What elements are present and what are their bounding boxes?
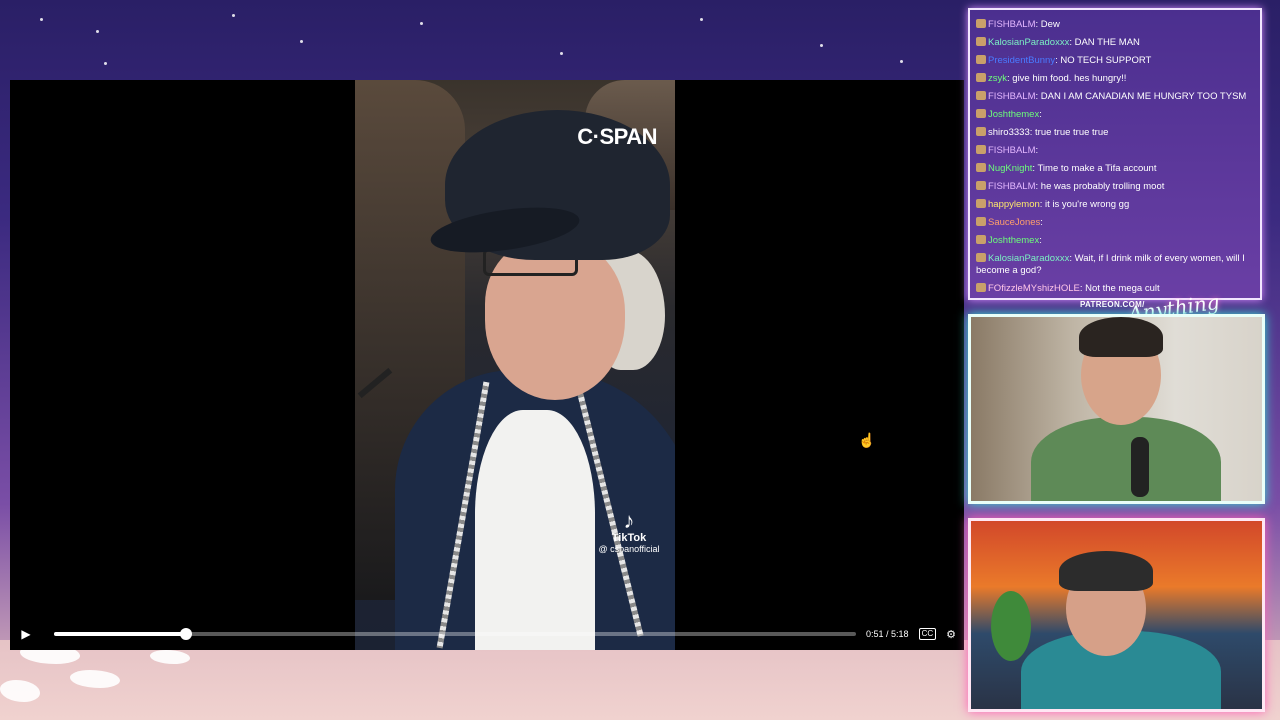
user-badge-icon	[976, 253, 986, 262]
chat-username[interactable]: shiro3333	[988, 127, 1030, 138]
chat-text: Time to make a Tifa account	[1037, 163, 1157, 174]
chat-username[interactable]: NugKnight	[988, 163, 1032, 174]
chat-message: FISHBALM:	[976, 142, 1254, 160]
user-badge-icon	[976, 283, 986, 292]
chat-message: happylemon: it is you're wrong gg	[976, 196, 1254, 214]
chat-text: DAN I AM CANADIAN ME HUNGRY TOO TYSM	[1040, 91, 1247, 102]
chat-message: KalosianParadoxxx: DAN THE MAN	[976, 34, 1254, 52]
chat-username[interactable]: KalosianParadoxxx	[988, 253, 1069, 264]
user-badge-icon	[976, 55, 986, 64]
chat-message: NugKnight: Time to make a Tifa account	[976, 160, 1254, 178]
video-player[interactable]: C·SPAN ♪ TikTok @ cspanofficial ☝ ▶ 0:51…	[10, 80, 964, 650]
chat-text: he was probably trolling moot	[1040, 181, 1165, 192]
chat-username[interactable]: FISHBALM	[988, 19, 1036, 30]
seek-bar[interactable]	[54, 628, 857, 640]
tiktok-watermark: ♪ TikTok @ cspanofficial	[589, 508, 669, 555]
settings-gear-icon[interactable]: ⚙	[946, 628, 956, 641]
chat-message: Joshthemex:	[976, 232, 1254, 250]
plant	[991, 591, 1031, 661]
cspan-logo: C·SPAN	[577, 124, 657, 149]
chat-message: zsyk: give him food. hes hungry!!	[976, 70, 1254, 88]
chat-text: Not the mega cult	[1085, 283, 1160, 294]
chat-message: SauceJones:	[976, 214, 1254, 232]
chat-text: DAN THE MAN	[1074, 37, 1140, 48]
user-badge-icon	[976, 217, 986, 226]
user-badge-icon	[976, 235, 986, 244]
user-badge-icon	[976, 181, 986, 190]
chat-username[interactable]: KalosianParadoxxx	[988, 37, 1069, 48]
chat-username[interactable]: FISHBALM	[988, 145, 1036, 156]
tiktok-icon: ♪	[623, 508, 635, 533]
user-badge-icon	[976, 73, 986, 82]
chat-text: true true true true	[1035, 127, 1109, 138]
chat-username[interactable]: Joshthemex	[988, 235, 1039, 246]
chat-message: KalosianParadoxxx: Wait, if I drink milk…	[976, 253, 1245, 276]
chat-username[interactable]: zsyk	[988, 73, 1007, 84]
time-display: 0:51 / 5:18	[866, 629, 909, 639]
chat-message: Joshthemex:	[976, 106, 1254, 124]
user-badge-icon	[976, 109, 986, 118]
hand-cursor-icon: ☝	[858, 432, 876, 448]
chat-text: it is you're wrong gg	[1045, 199, 1130, 210]
video-frame[interactable]: C·SPAN ♪ TikTok @ cspanofficial	[355, 80, 675, 650]
chat-message: FISHBALM: DAN I AM CANADIAN ME HUNGRY TO…	[976, 88, 1254, 106]
chat-username[interactable]: happylemon	[988, 199, 1040, 210]
webcam-top	[968, 314, 1265, 504]
chat-text: give him food. hes hungry!!	[1012, 73, 1127, 84]
user-badge-icon	[976, 145, 986, 154]
chat-message: FISHBALM: he was probably trolling moot	[976, 178, 1254, 196]
user-badge-icon	[976, 127, 986, 136]
chat-username[interactable]: FOfizzleMYshizHOLE	[988, 283, 1080, 294]
player-controls: ▶ 0:51 / 5:18 CC ⚙	[10, 618, 964, 650]
captions-button[interactable]: CC	[918, 628, 937, 640]
chat-message: shiro3333: true true true true	[976, 124, 1254, 142]
chat-username[interactable]: SauceJones	[988, 217, 1040, 228]
user-badge-icon	[976, 91, 986, 100]
play-icon: ▶	[21, 627, 31, 641]
chat-text: NO TECH SUPPORT	[1060, 55, 1152, 66]
user-badge-icon	[976, 163, 986, 172]
chat-username[interactable]: Joshthemex	[988, 109, 1039, 120]
microphone	[1131, 437, 1149, 497]
webcam-bottom	[968, 518, 1265, 712]
chat-message: FISHBALM: Dew	[976, 16, 1254, 34]
chat-username[interactable]: PresidentBunny	[988, 55, 1055, 66]
tiktok-label: TikTok	[611, 532, 647, 544]
tiktok-handle: @ cspanofficial	[598, 544, 660, 554]
seek-thumb[interactable]	[179, 628, 192, 640]
chat-username[interactable]: FISHBALM	[988, 181, 1036, 192]
user-badge-icon	[976, 19, 986, 28]
chat-message: PresidentBunny: NO TECH SUPPORT	[976, 52, 1254, 70]
chat-username[interactable]: FISHBALM	[988, 91, 1036, 102]
user-badge-icon	[976, 199, 986, 208]
seek-progress	[54, 632, 186, 636]
user-badge-icon	[976, 37, 986, 46]
chat-panel: FISHBALM: Dew KalosianParadoxxx: DAN THE …	[968, 8, 1262, 300]
chat-text: Dew	[1040, 19, 1060, 30]
play-button[interactable]: ▶	[18, 626, 34, 642]
